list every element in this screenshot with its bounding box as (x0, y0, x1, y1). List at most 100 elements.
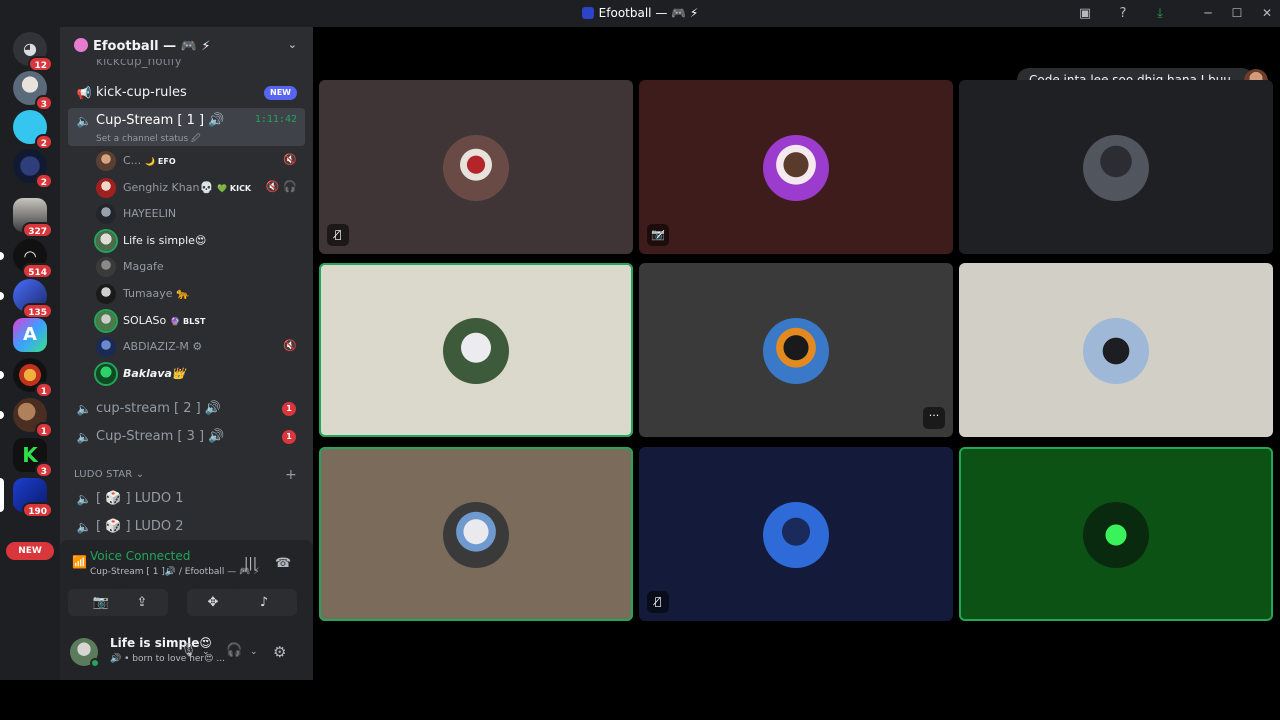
voice-user[interactable]: Life is simple😍 (96, 229, 305, 253)
server-badge: 514 (22, 263, 53, 279)
disconnect-icon[interactable]: ☎ (275, 556, 291, 571)
dm-avatar-3[interactable]: 2 (13, 149, 53, 189)
voice-user-name: Tumaaye 🐆 (123, 287, 190, 300)
title-bar: Efootball — 🎮 ⚡ ▣ ? ⤓ ─ ☐ ✕ (0, 0, 1280, 27)
download-icon[interactable]: ⤓ (1151, 5, 1169, 23)
camera-off-icon: 📷 (92, 595, 110, 610)
noise-suppression-icon[interactable]: ||| (244, 556, 257, 571)
participant-tile[interactable] (959, 263, 1273, 437)
participant-avatar (763, 318, 829, 384)
server-icon-6[interactable]: 1 (0, 398, 53, 438)
headphones-icon[interactable]: 🎧 (226, 643, 242, 658)
voice-connected-title[interactable]: Voice Connected (90, 549, 190, 563)
set-channel-status[interactable]: Set a channel status 🖉 (96, 131, 201, 147)
muted-deafened-icon: 🔇🎧 (265, 180, 301, 193)
participant-tile-speaking[interactable] (319, 263, 633, 437)
channel-ludo-2[interactable]: 🔈 [ 🎲 ] LUDO 2 (68, 514, 305, 540)
chevron-down-icon: ⌄ (287, 38, 297, 51)
voice-user[interactable]: Tumaaye 🐆 (96, 282, 305, 306)
category-ludo-star[interactable]: LUDO STAR ⌄ + (74, 467, 297, 483)
screen-share-icon[interactable]: ▣ (1076, 5, 1094, 23)
server-badge: 327 (22, 222, 53, 238)
channel-cup-stream-2[interactable]: 🔈 cup-stream [ 2 ] 🔊 1 (68, 396, 305, 422)
more-options-icon[interactable]: ··· (923, 407, 945, 429)
server-badge: 12 (28, 56, 53, 72)
channel-kick-cup-rules[interactable]: 📢 kick-cup-rules NEW (68, 80, 305, 106)
a-server-icon: A (13, 318, 47, 352)
participant-avatar (763, 502, 829, 568)
server-icon-5[interactable]: 1 (0, 358, 53, 398)
participant-avatar (443, 135, 509, 201)
user-tag: 🌙 EFO (145, 157, 176, 166)
participant-tile-speaking[interactable] (959, 447, 1273, 621)
participant-tile[interactable] (959, 80, 1273, 254)
muted-icon: 🎙̸ (327, 224, 349, 246)
minimize-button[interactable]: ─ (1198, 4, 1218, 22)
dm-avatar-1[interactable]: 3 (13, 71, 53, 111)
channel-cup-stream-1[interactable]: 🔈 Cup-Stream [ 1 ] 🔊 1:11:42 Set a chann… (68, 108, 305, 146)
server-icon-7[interactable]: K 3 (13, 438, 53, 478)
maximize-button[interactable]: ☐ (1227, 4, 1247, 22)
screen-share-button[interactable]: ⇪ (116, 589, 168, 616)
voice-user[interactable]: ABDIAZIZ-M ⚙ 🔇 (96, 335, 305, 359)
add-channel-icon[interactable]: + (285, 467, 297, 483)
channel-kickcup-notify[interactable]: kickcup_notify (96, 59, 182, 69)
user-tag: 🔮 BLST (170, 317, 206, 326)
voice-user[interactable]: SOLASo 🔮 BLST (96, 309, 305, 333)
signal-icon[interactable]: 📶 (72, 555, 87, 569)
new-servers-badge[interactable]: NEW (6, 542, 54, 560)
voice-user[interactable]: Baklava👑 (96, 362, 305, 386)
microphone-icon[interactable]: 🎙 (180, 643, 197, 658)
avatar (96, 337, 116, 357)
help-icon[interactable]: ? (1114, 5, 1132, 23)
server-icon-1[interactable]: 327 (13, 198, 53, 238)
user-count-badge: 1 (282, 430, 296, 444)
chevron-down-icon[interactable]: ⌄ (250, 647, 258, 657)
server-badge: 2 (34, 173, 53, 189)
channel-ludo-1[interactable]: 🔈 [ 🎲 ] LUDO 1 (68, 486, 305, 512)
chevron-down-icon[interactable]: ⌄ (202, 647, 210, 657)
server-icon-3[interactable]: 135 (0, 279, 53, 319)
close-button[interactable]: ✕ (1257, 4, 1277, 22)
server-icon-4[interactable]: A (13, 318, 47, 352)
participant-tile-speaking[interactable] (319, 447, 633, 621)
participant-tile[interactable]: 🎙̸ (639, 447, 953, 621)
voice-channel-path[interactable]: Cup-Stream [ 1 ]🔊 / Efootball — 🎮 ⚡ (90, 567, 260, 577)
voice-user[interactable]: Magafe (96, 255, 305, 279)
window-title-text: Efootball — 🎮 ⚡ (598, 6, 699, 20)
voice-user[interactable]: Genghiz Khan💀 💚 KICK 🔇🎧 (96, 176, 305, 200)
voice-user[interactable]: HAYEELIN (96, 202, 305, 226)
voice-user[interactable]: C... 🌙 EFO 🔇 (96, 149, 305, 173)
participant-tile[interactable]: 🎙̸ (319, 80, 633, 254)
participant-avatar (443, 318, 509, 384)
muted-icon: 🔇 (283, 153, 301, 166)
participant-avatar (763, 135, 829, 201)
home-button[interactable]: ◕ 12 (13, 32, 53, 72)
category-label: LUDO STAR ⌄ (74, 469, 145, 480)
voice-user-name: Magafe (123, 260, 164, 273)
avatar (96, 257, 116, 277)
avatar (96, 311, 116, 331)
voice-user-name: Genghiz Khan💀 (123, 181, 214, 194)
speaker-locked-icon: 🔈 (76, 520, 92, 534)
user-count-badge: 1 (282, 402, 296, 416)
participant-tile[interactable]: ··· (639, 263, 953, 437)
participant-tile[interactable]: 📷̸ (639, 80, 953, 254)
channel-sidebar: Efootball — 🎮 ⚡ ⌄ kickcup_notify 📢 kick-… (60, 27, 313, 680)
avatar (96, 204, 116, 224)
dm-avatar-2[interactable]: 2 (13, 110, 53, 150)
speaker-icon: 🔈 (76, 402, 92, 416)
bottom-letterbox (0, 680, 1280, 720)
muted-icon: 🔇 (283, 339, 301, 352)
avatar (96, 364, 116, 384)
server-icon-2[interactable]: ◠ 514 (0, 239, 53, 279)
channel-label: Cup-Stream [ 3 ] 🔊 (96, 429, 225, 444)
soundboard-button[interactable]: ♪ (231, 589, 297, 616)
channel-cup-stream-3[interactable]: 🔈 Cup-Stream [ 3 ] 🔊 1 (68, 424, 305, 450)
server-icon-8[interactable]: 190 (0, 478, 53, 518)
efootball-logo-icon (581, 7, 594, 19)
server-rail: ◕ 12 3 2 2 327 ◠ 514 135 A 1 1 K 3 190 N… (0, 27, 60, 680)
participant-avatar (443, 502, 509, 568)
server-badge: 135 (22, 303, 53, 319)
settings-gear-icon[interactable]: ⚙ (273, 643, 286, 661)
